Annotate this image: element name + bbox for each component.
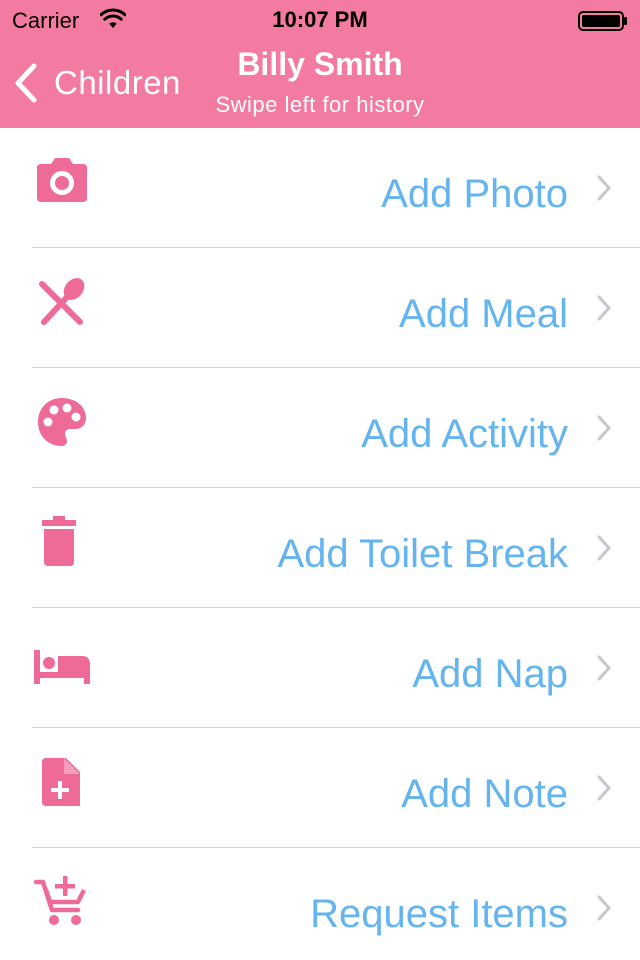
action-label: Add Meal bbox=[399, 292, 568, 336]
cart-add-icon bbox=[34, 876, 87, 925]
note-add-icon bbox=[42, 758, 80, 806]
add-activity-row[interactable]: Add Activity bbox=[0, 368, 640, 488]
action-label: Add Note bbox=[401, 772, 568, 816]
request-items-row[interactable]: Request Items bbox=[0, 848, 640, 960]
action-label: Add Nap bbox=[412, 652, 568, 696]
bed-icon bbox=[34, 650, 90, 684]
palette-icon bbox=[38, 398, 86, 446]
utensils-icon bbox=[39, 278, 85, 325]
chevron-right-icon bbox=[597, 895, 611, 921]
chevron-right-icon bbox=[597, 415, 611, 441]
add-meal-row[interactable]: Add Meal bbox=[0, 248, 640, 368]
camera-icon bbox=[37, 158, 87, 202]
status-time: 10:07 PM bbox=[272, 7, 368, 32]
add-toilet-break-row[interactable]: Add Toilet Break bbox=[0, 488, 640, 608]
add-nap-row[interactable]: Add Nap bbox=[0, 608, 640, 728]
chevron-right-icon bbox=[597, 175, 611, 201]
status-bar: Carrier 10:07 PM bbox=[0, 0, 640, 40]
page-subtitle: Swipe left for history bbox=[215, 92, 425, 117]
battery-icon bbox=[578, 11, 627, 31]
action-label: Request Items bbox=[310, 892, 568, 936]
action-label: Add Photo bbox=[381, 172, 568, 216]
navigation-header: Carrier 10:07 PM Children Billy Smith Sw… bbox=[0, 0, 640, 128]
trash-icon bbox=[42, 516, 76, 566]
add-photo-row[interactable]: Add Photo bbox=[0, 128, 640, 248]
action-list: Add Photo Add Meal Add Activity Add Toil… bbox=[0, 128, 640, 960]
action-label: Add Toilet Break bbox=[277, 532, 568, 576]
chevron-right-icon bbox=[597, 295, 611, 321]
chevron-right-icon bbox=[597, 655, 611, 681]
action-label: Add Activity bbox=[361, 412, 568, 456]
chevron-right-icon bbox=[597, 535, 611, 561]
chevron-right-icon bbox=[597, 775, 611, 801]
page-title: Billy Smith bbox=[237, 46, 403, 82]
add-note-row[interactable]: Add Note bbox=[0, 728, 640, 848]
